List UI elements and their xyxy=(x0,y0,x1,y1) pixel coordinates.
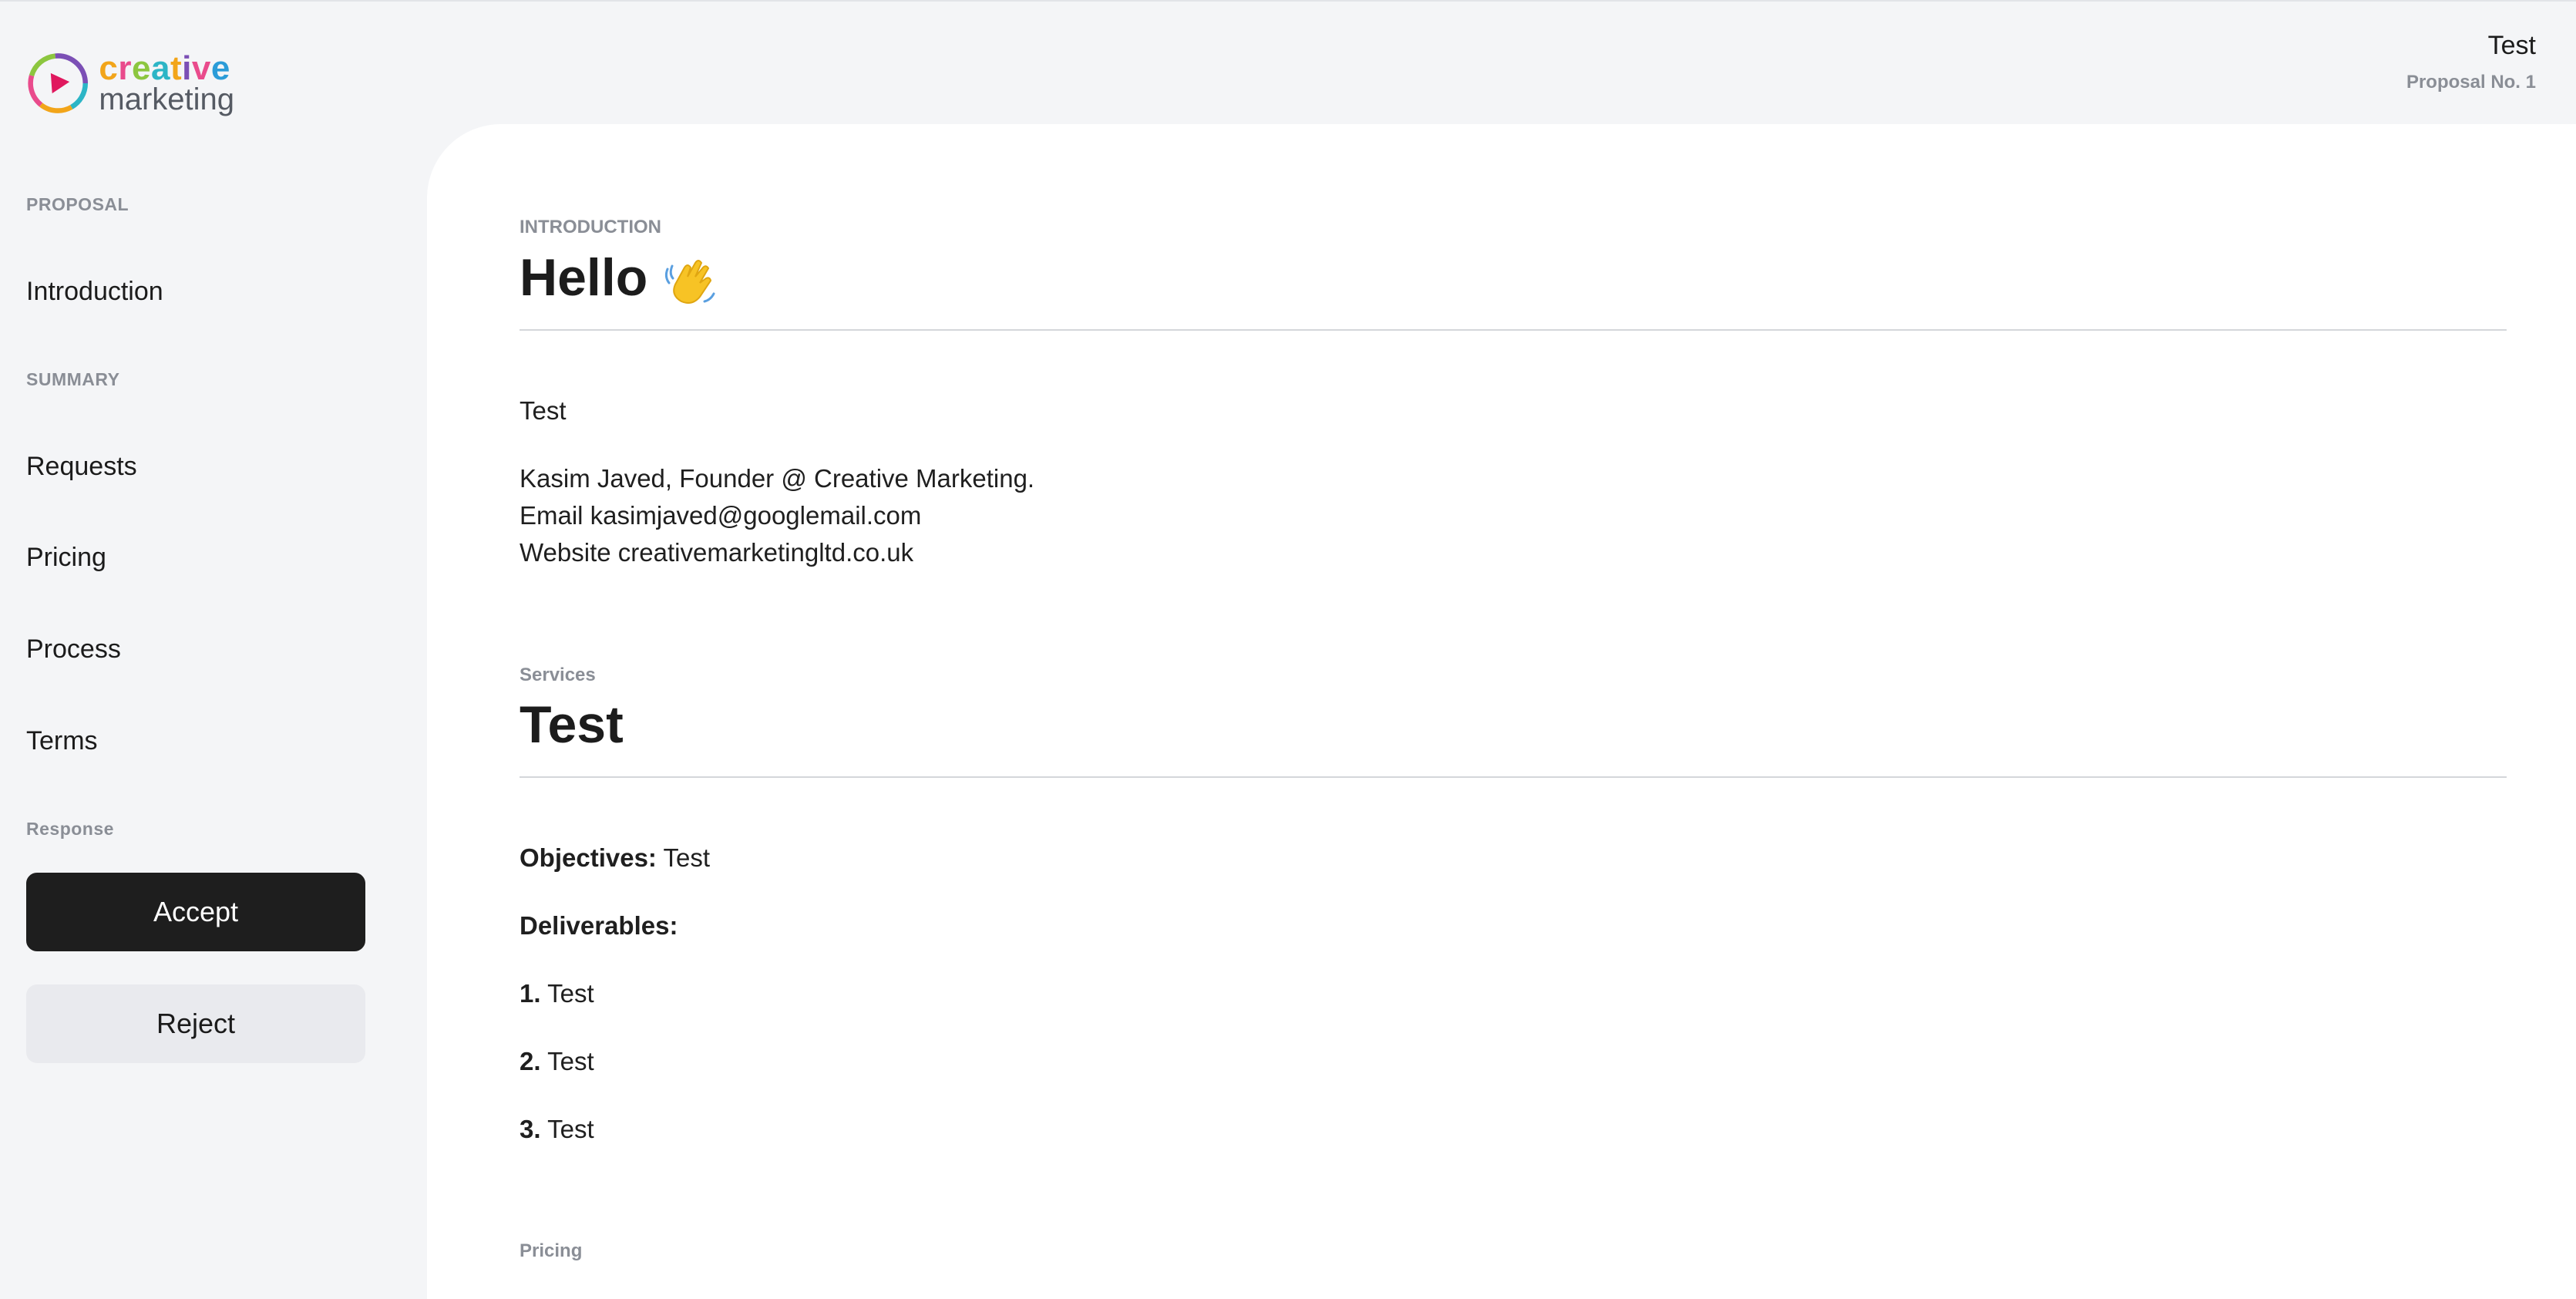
section-label-response: Response xyxy=(26,819,114,839)
list-item-text: Test xyxy=(547,1115,594,1143)
section-label-summary: SUMMARY xyxy=(26,369,120,389)
intro-website: Website creativemarketingltd.co.uk xyxy=(520,538,914,567)
brand-name-bottom: marketing xyxy=(99,82,234,116)
objectives-value: Test xyxy=(663,843,711,872)
nav-terms[interactable]: Terms xyxy=(26,726,98,756)
proposal-title: Test xyxy=(2487,31,2536,60)
nav-pricing[interactable]: Pricing xyxy=(26,543,106,573)
nav-process[interactable]: Process xyxy=(26,634,121,665)
list-item: 3. Test xyxy=(520,1111,594,1148)
section-label-proposal: PROPOSAL xyxy=(26,194,129,214)
intro-heading-text: Hello xyxy=(520,248,648,307)
intro-email: Email kasimjaved@googlemail.com xyxy=(520,501,922,530)
intro-heading: Hello xyxy=(520,247,717,309)
pricing-eyebrow: Pricing xyxy=(520,1240,583,1261)
reject-button[interactable]: Reject xyxy=(26,984,365,1063)
list-item-number: 3. xyxy=(520,1115,541,1143)
waving-hand-icon xyxy=(665,260,715,304)
brand-name-top: creative xyxy=(99,49,230,87)
list-item: 1. Test xyxy=(520,975,594,1012)
intro-eyebrow: INTRODUCTION xyxy=(520,217,661,237)
sidebar: creative marketing PROPOSAL Introduction… xyxy=(0,0,427,1299)
list-item-text: Test xyxy=(547,979,594,1008)
list-item-number: 2. xyxy=(520,1047,541,1075)
deliverables-label: Deliverables: xyxy=(520,911,678,940)
proposal-document[interactable]: INTRODUCTION Hello Test Kasim Javed, Fou… xyxy=(427,124,2576,1299)
services-divider xyxy=(520,776,2507,778)
intro-signature: Kasim Javed, Founder @ Creative Marketin… xyxy=(520,464,1035,493)
proposal-header: Test Proposal No. 1 xyxy=(2406,31,2536,93)
objectives-row: Objectives: Test xyxy=(520,840,710,877)
objectives-label: Objectives: xyxy=(520,843,657,872)
intro-body: Test xyxy=(520,396,567,425)
nav-introduction[interactable]: Introduction xyxy=(26,277,163,307)
proposal-number: Proposal No. 1 xyxy=(2406,72,2536,93)
accept-button[interactable]: Accept xyxy=(26,873,365,951)
intro-divider xyxy=(520,329,2507,331)
nav-requests[interactable]: Requests xyxy=(26,452,137,482)
play-circle-logo-icon xyxy=(28,53,89,113)
services-heading: Test xyxy=(520,695,624,754)
brand-logo[interactable]: creative marketing xyxy=(26,45,234,122)
list-item: 2. Test xyxy=(520,1043,594,1080)
list-item-number: 1. xyxy=(520,979,541,1008)
services-eyebrow: Services xyxy=(520,665,596,685)
list-item-text: Test xyxy=(547,1047,594,1075)
